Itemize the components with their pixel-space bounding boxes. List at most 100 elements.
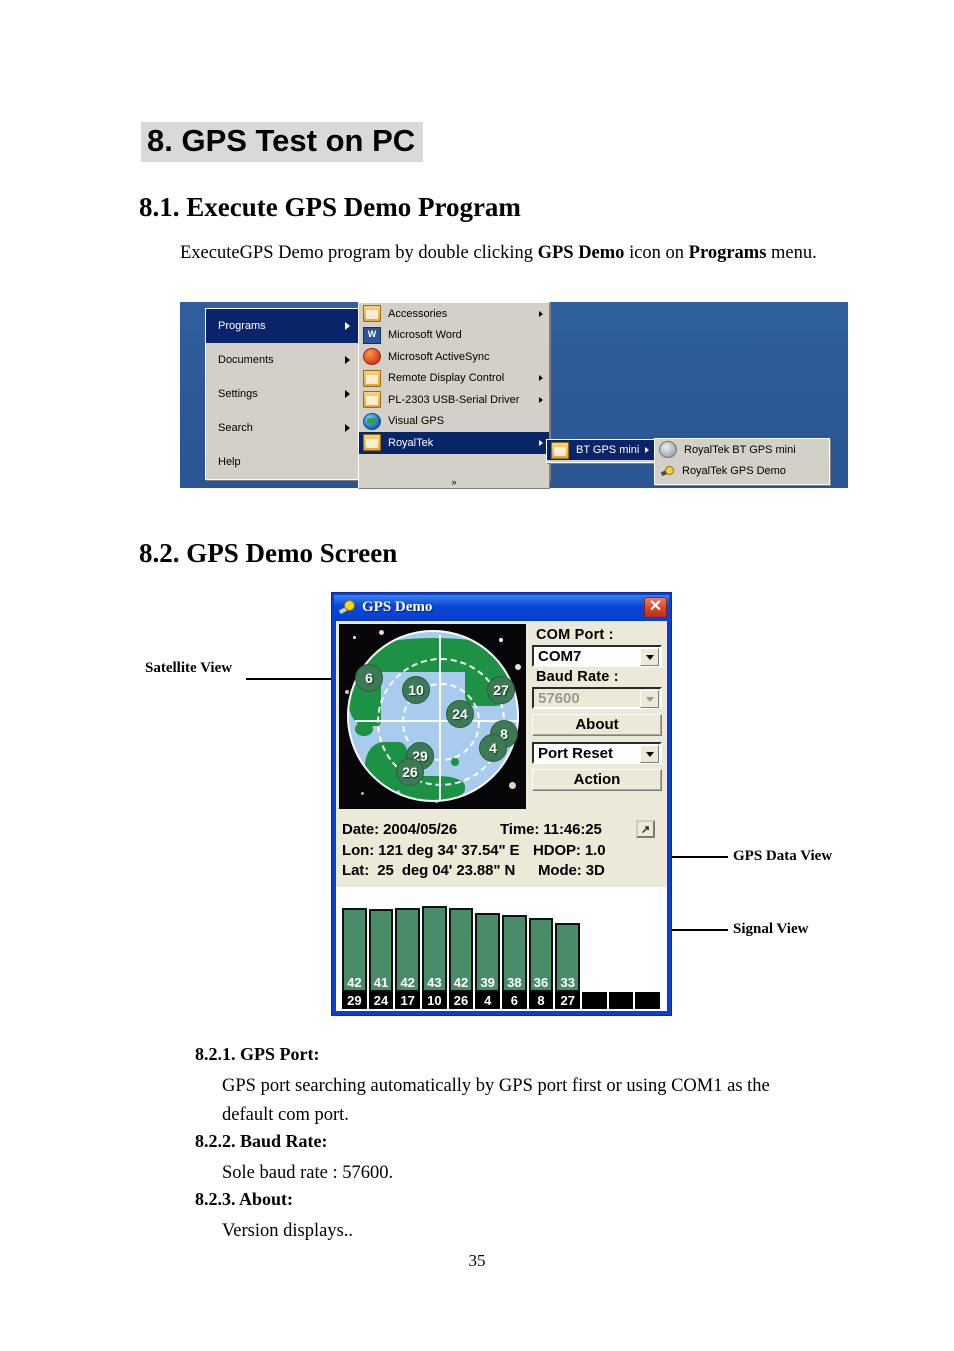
start-menu-item-settings[interactable]: Settings xyxy=(206,377,358,411)
programs-item-remote-display-control[interactable]: Remote Display Control xyxy=(359,368,549,390)
com-port-select[interactable]: COM7 xyxy=(532,645,662,667)
hdop-value: 1.0 xyxy=(584,842,606,859)
start-menu-item-programs[interactable]: Programs xyxy=(206,309,358,343)
elevation-ring-outer xyxy=(347,630,519,802)
programs-item-label: Microsoft ActiveSync xyxy=(388,350,490,363)
window-client-area: 6 10 27 24 8 4 29 26 COM Port : COM7 Bau… xyxy=(336,621,667,1011)
signal-bar: 39 4 xyxy=(475,913,501,1009)
baud-rate-select: 57600 xyxy=(532,687,662,709)
date-value: 2004/05/26 xyxy=(383,821,458,838)
about-button[interactable]: About xyxy=(532,714,662,736)
activesync-icon xyxy=(363,348,381,366)
satellite-marker[interactable]: 24 xyxy=(446,700,474,728)
satellite-view-panel[interactable]: 6 10 27 24 8 4 29 26 xyxy=(339,624,526,809)
annotation-satellite-view: Satellite View xyxy=(145,660,233,676)
page-title: 8. GPS Test on PC xyxy=(141,122,424,162)
signal-bar-id: 26 xyxy=(448,992,474,1009)
programs-item-microsoft-word[interactable]: W Microsoft Word xyxy=(359,325,549,347)
signal-bar-body: 41 xyxy=(368,909,394,992)
para-text-1: ExecuteGPS Demo program by double clicki… xyxy=(180,243,538,263)
bt-gps-item-royaltek-gps-demo[interactable]: RoyalTek GPS Demo xyxy=(655,461,829,483)
control-panel: COM Port : COM7 Baud Rate : 57600 About … xyxy=(532,625,662,791)
programs-item-royaltek[interactable]: RoyalTek xyxy=(359,432,549,454)
date-field: Date: 2004/05/26 xyxy=(342,821,457,838)
date-label: Date: xyxy=(342,821,380,838)
royaltek-submenu[interactable]: BT GPS mini xyxy=(546,439,656,463)
time-sync-icon[interactable]: ↗ xyxy=(636,820,655,838)
programs-item-visual-gps[interactable]: Visual GPS xyxy=(359,411,549,433)
port-action-select[interactable]: Port Reset xyxy=(532,742,662,764)
subsection-heading-8-2-2: 8.2.2. Baud Rate: xyxy=(195,1131,328,1151)
hdop-field: HDOP: 1.0 xyxy=(533,842,606,859)
latitude-label: Lat: xyxy=(342,862,370,879)
satellite-marker[interactable]: 4 xyxy=(479,734,507,762)
submenu-arrow-icon xyxy=(539,375,543,382)
signal-bar xyxy=(635,991,661,1009)
window-title: GPS Demo xyxy=(362,598,433,615)
submenu-arrow-icon xyxy=(345,322,350,330)
satellite-marker[interactable]: 10 xyxy=(402,676,430,704)
programs-item-label: PL-2303 USB-Serial Driver xyxy=(388,393,520,406)
submenu-arrow-icon xyxy=(345,356,350,364)
start-menu-item-documents[interactable]: Documents xyxy=(206,343,358,377)
word-icon: W xyxy=(363,326,381,344)
programs-item-label: RoyalTek xyxy=(388,436,434,449)
bt-gps-item-label: RoyalTek BT GPS mini xyxy=(684,443,796,456)
annotation-gps-data-view: GPS Data View xyxy=(733,848,833,864)
signal-bar-id xyxy=(582,992,607,1009)
satellite-marker[interactable]: 26 xyxy=(396,758,424,786)
signal-bar: 42 26 xyxy=(448,908,474,1009)
bt-gps-mini-submenu[interactable]: RoyalTek BT GPS mini RoyalTek GPS Demo xyxy=(654,438,830,485)
section-heading-8-2: 8.2. GPS Demo Screen xyxy=(139,538,398,568)
chevron-down-icon[interactable] xyxy=(640,648,659,666)
signal-bar xyxy=(582,991,607,1009)
subsection-body-8-2-2: Sole baud rate : 57600. xyxy=(222,1163,394,1183)
latitude-value: 25 deg 04' 23.88" N xyxy=(373,862,516,879)
gps-data-view-panel: Date: 2004/05/26 Time: 11:46:25 Lon: 121… xyxy=(336,817,667,887)
programs-item-label: Visual GPS xyxy=(388,415,445,428)
satellite-marker[interactable]: 27 xyxy=(487,676,515,704)
subsection-heading-8-2-3: 8.2.3. About: xyxy=(195,1189,294,1209)
page-number: 35 xyxy=(468,1251,486,1270)
com-port-label: COM Port : xyxy=(536,627,614,643)
section-heading-8-1: 8.1. Execute GPS Demo Program xyxy=(139,192,521,222)
expand-chevrons-icon[interactable]: » xyxy=(358,478,550,489)
para-bold-programs: Programs xyxy=(688,243,767,263)
signal-bar-body: 42 xyxy=(342,908,367,992)
window-title-bar[interactable]: GPS Demo ✕ xyxy=(334,595,669,619)
folder-icon xyxy=(363,391,381,409)
paragraph-8-1: ExecuteGPS Demo program by double clicki… xyxy=(180,238,820,268)
annotation-signal-view: Signal View xyxy=(733,921,809,937)
royaltek-item-bt-gps-mini[interactable]: BT GPS mini xyxy=(547,440,655,460)
time-label: Time: xyxy=(500,821,540,838)
start-menu-item-search[interactable]: Search xyxy=(206,411,358,445)
start-menu-item-label: Search xyxy=(218,422,253,434)
start-menu-item-help[interactable]: Help xyxy=(206,445,358,479)
signal-bar-body: 43 xyxy=(422,906,447,992)
signal-bar: 43 10 xyxy=(422,906,447,1009)
signal-bar: 42 29 xyxy=(342,908,367,1009)
action-button[interactable]: Action xyxy=(532,769,662,791)
submenu-arrow-icon xyxy=(345,390,350,398)
signal-bar-body: 36 xyxy=(528,918,554,992)
signal-bar-id: 10 xyxy=(422,992,447,1009)
leader-line-satellite-view xyxy=(246,678,334,680)
programs-item-pl2303-driver[interactable]: PL-2303 USB-Serial Driver xyxy=(359,389,549,411)
bt-gps-item-label: RoyalTek GPS Demo xyxy=(682,465,786,478)
subsection-body-8-2-3: Version displays.. xyxy=(222,1221,354,1241)
bt-gps-item-royaltek-bt-gps-mini[interactable]: RoyalTek BT GPS mini xyxy=(655,439,829,461)
folder-icon xyxy=(551,441,569,459)
satellite-marker[interactable]: 6 xyxy=(355,664,383,692)
start-menu-item-label: Documents xyxy=(218,354,274,366)
globe-icon xyxy=(363,412,381,430)
close-icon[interactable]: ✕ xyxy=(644,597,667,618)
signal-bar-id: 6 xyxy=(502,992,527,1009)
signal-bar-body: 38 xyxy=(502,915,527,992)
mode-value: 3D xyxy=(585,862,605,879)
programs-item-microsoft-activesync[interactable]: Microsoft ActiveSync xyxy=(359,346,549,368)
para-text-3: menu. xyxy=(766,243,817,263)
start-menu-column-primary[interactable]: Programs Documents Settings Search Help xyxy=(205,308,359,480)
programs-item-accessories[interactable]: Accessories xyxy=(359,303,549,325)
start-menu-column-programs[interactable]: Accessories W Microsoft Word Microsoft A… xyxy=(358,302,550,481)
chevron-down-icon[interactable] xyxy=(640,745,659,763)
